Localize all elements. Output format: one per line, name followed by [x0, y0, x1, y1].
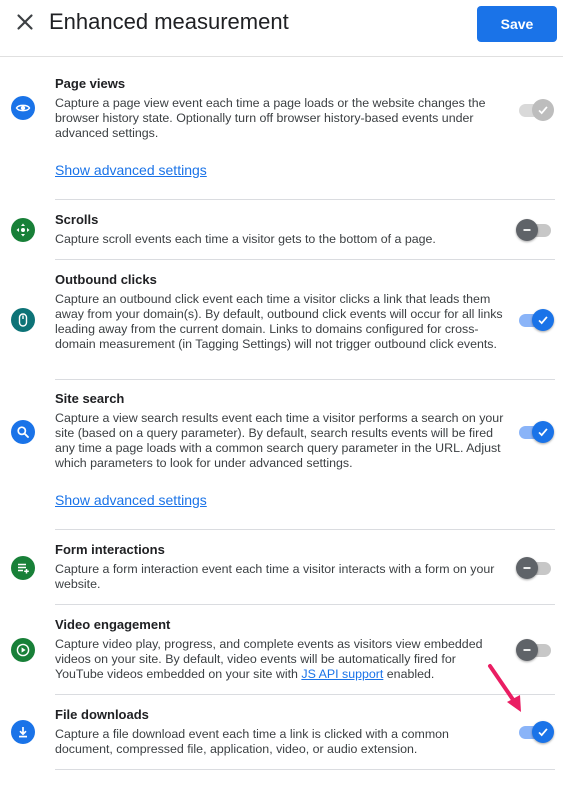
video-engagement-toggle[interactable] [516, 639, 554, 661]
annotation-arrow-icon [488, 664, 521, 712]
section-desc-site-search: Capture a view search results event each… [55, 411, 504, 470]
video-desc-text-end: enabled. [383, 667, 435, 681]
check-icon [532, 721, 554, 743]
divider [55, 529, 555, 530]
download-icon [11, 720, 35, 744]
page-views-toggle[interactable] [516, 99, 554, 121]
check-icon [532, 421, 554, 443]
section-desc-form-interactions: Capture a form interaction event each ti… [55, 562, 495, 591]
section-desc-scrolls: Capture scroll events each time a visito… [55, 232, 436, 246]
section-desc-outbound-clicks: Capture an outbound click event each tim… [55, 292, 503, 351]
divider [55, 259, 555, 260]
header-bar: Enhanced measurement Save [0, 0, 563, 57]
outbound-clicks-toggle[interactable] [516, 309, 554, 331]
divider [55, 199, 555, 200]
section-title-page-views: Page views [55, 76, 126, 91]
section-title-file-downloads: File downloads [55, 707, 149, 722]
section-desc-file-downloads: Capture a file download event each time … [55, 727, 449, 756]
minus-icon [516, 557, 538, 579]
scroll-icon [11, 218, 35, 242]
form-interactions-toggle[interactable] [516, 557, 554, 579]
close-icon[interactable] [12, 9, 38, 35]
section-title-video-engagement: Video engagement [55, 617, 171, 632]
file-downloads-toggle[interactable] [516, 721, 554, 743]
section-desc-page-views: Capture a page view event each time a pa… [55, 96, 486, 140]
save-button[interactable]: Save [477, 6, 557, 42]
eye-icon [11, 96, 35, 120]
js-api-support-link[interactable]: JS API support [301, 667, 383, 681]
site-search-toggle[interactable] [516, 421, 554, 443]
check-icon [532, 309, 554, 331]
page-views-advanced-settings-link[interactable]: Show advanced settings [55, 162, 207, 178]
divider [55, 604, 555, 605]
section-title-scrolls: Scrolls [55, 212, 99, 227]
section-title-outbound-clicks: Outbound clicks [55, 272, 157, 287]
minus-icon [516, 219, 538, 241]
section-desc-video-engagement: Capture video play, progress, and comple… [55, 637, 507, 682]
divider [55, 379, 555, 380]
site-search-advanced-settings-link[interactable]: Show advanced settings [55, 492, 207, 508]
mouse-icon [11, 308, 35, 332]
page-title: Enhanced measurement [49, 9, 289, 34]
play-icon [11, 638, 35, 662]
section-title-form-interactions: Form interactions [55, 542, 165, 557]
section-title-site-search: Site search [55, 391, 125, 406]
check-icon [532, 99, 554, 121]
minus-icon [516, 639, 538, 661]
search-icon [11, 420, 35, 444]
form-icon [11, 556, 35, 580]
divider [55, 769, 555, 770]
scrolls-toggle[interactable] [516, 219, 554, 241]
